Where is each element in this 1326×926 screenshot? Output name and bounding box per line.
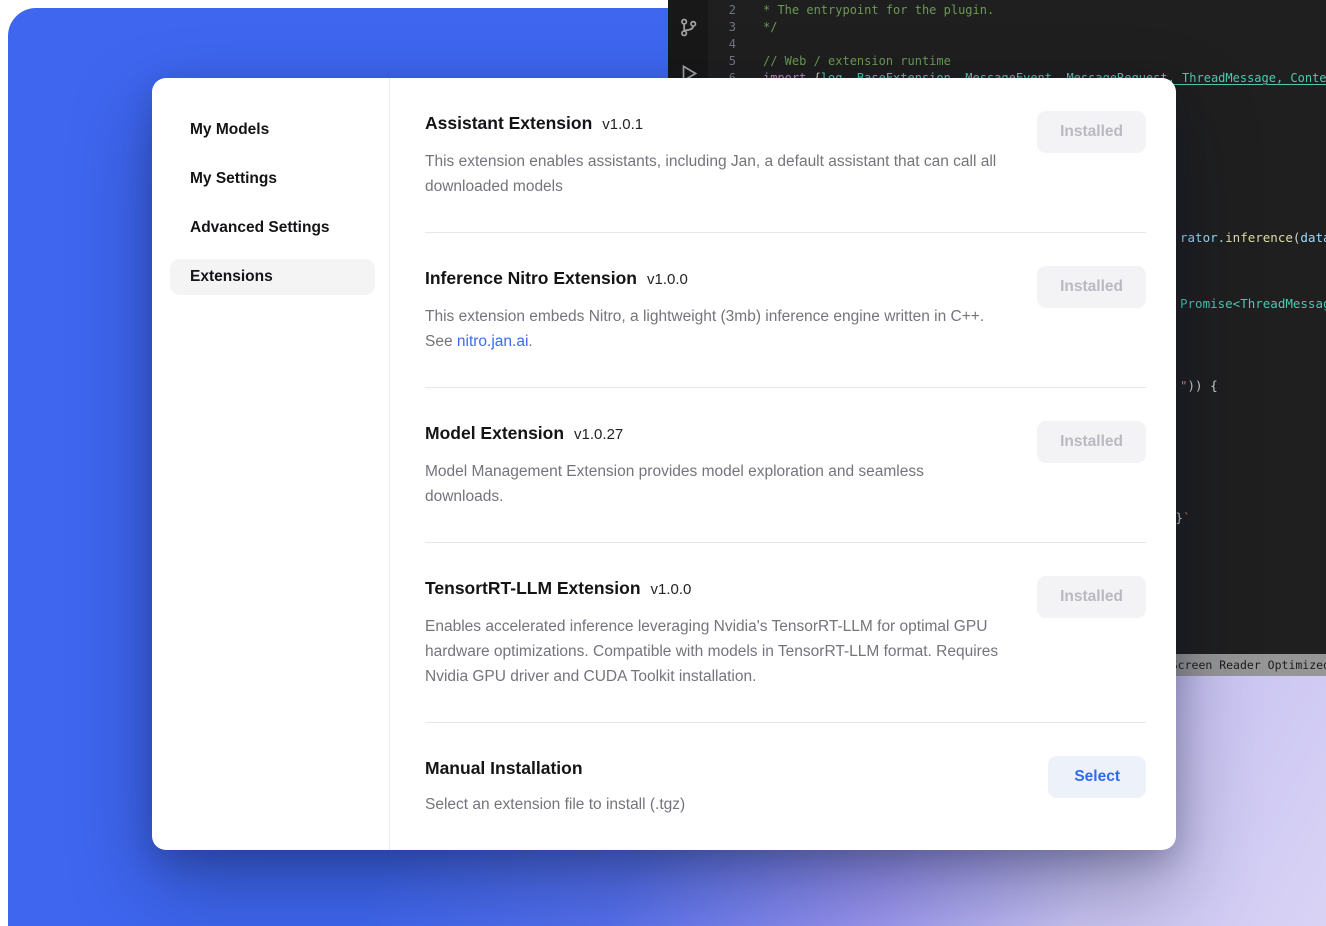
manual-installation-row: Manual Installation Select an extension …	[425, 723, 1146, 850]
extension-row-model: Model Extension v1.0.27 Model Management …	[425, 388, 1146, 542]
nav-item-advanced-settings[interactable]: Advanced Settings	[170, 210, 375, 246]
installed-button[interactable]: Installed	[1037, 576, 1146, 618]
extension-title: Inference Nitro Extension	[425, 266, 637, 290]
select-button[interactable]: Select	[1048, 756, 1146, 798]
extension-description: Model Management Extension provides mode…	[425, 459, 1003, 509]
nav-item-my-models[interactable]: My Models	[170, 112, 375, 148]
code-line: 5 // Web / extension runtime	[708, 53, 1326, 70]
installed-button[interactable]: Installed	[1037, 111, 1146, 153]
line-number: 2	[708, 2, 736, 19]
nav-item-extensions[interactable]: Extensions	[170, 259, 375, 295]
code-fragment: ")) {	[1180, 378, 1218, 393]
code-comment: // Web / extension runtime	[763, 53, 951, 70]
extension-row-inference-nitro: Inference Nitro Extension v1.0.0 This ext…	[425, 233, 1146, 387]
code-fragment: Promise<ThreadMessage>	[1180, 296, 1326, 311]
extension-version: v1.0.0	[647, 268, 688, 292]
code-line: 4	[708, 36, 1326, 53]
extension-version: v1.0.27	[574, 423, 623, 447]
extension-row-tensorrt-llm: TensortRT-LLM Extension v1.0.0 Enables ac…	[425, 543, 1146, 722]
line-number: 4	[708, 36, 736, 53]
nav-item-my-settings[interactable]: My Settings	[170, 161, 375, 197]
screen-reader-chip: Screen Reader Optimized	[1159, 654, 1326, 676]
git-branch-icon	[678, 17, 699, 41]
extensions-panel: Assistant Extension v1.0.1 This extension…	[390, 78, 1176, 850]
extension-version: v1.0.1	[602, 113, 643, 137]
extension-version: v1.0.0	[651, 578, 692, 602]
nitro-jan-ai-link[interactable]: nitro.jan.ai	[457, 333, 529, 350]
extension-description: This extension embeds Nitro, a lightweig…	[425, 304, 1003, 354]
extension-row-assistant: Assistant Extension v1.0.1 This extension…	[425, 78, 1146, 232]
manual-installation-title: Manual Installation	[425, 756, 583, 780]
settings-nav: My Models My Settings Advanced Settings …	[152, 78, 390, 850]
extension-title: TensortRT-LLM Extension	[425, 576, 641, 600]
settings-modal: My Models My Settings Advanced Settings …	[152, 78, 1176, 850]
line-number: 3	[708, 19, 736, 36]
code-line: 3 */	[708, 19, 1326, 36]
code-lines: 2 * The entrypoint for the plugin. 3 */ …	[708, 2, 1326, 87]
extension-description: Enables accelerated inference leveraging…	[425, 614, 1003, 689]
code-fragment: rator.inference(data));	[1180, 230, 1326, 245]
installed-button[interactable]: Installed	[1037, 266, 1146, 308]
manual-installation-description: Select an extension file to install (.tg…	[425, 792, 685, 817]
installed-button[interactable]: Installed	[1037, 421, 1146, 463]
code-comment: */	[763, 19, 777, 36]
code-comment: * The entrypoint for the plugin.	[763, 2, 994, 19]
code-line: 2 * The entrypoint for the plugin.	[708, 2, 1326, 19]
extension-title: Assistant Extension	[425, 111, 592, 135]
extension-description: This extension enables assistants, inclu…	[425, 149, 1003, 199]
line-number: 5	[708, 53, 736, 70]
extension-title: Model Extension	[425, 421, 564, 445]
